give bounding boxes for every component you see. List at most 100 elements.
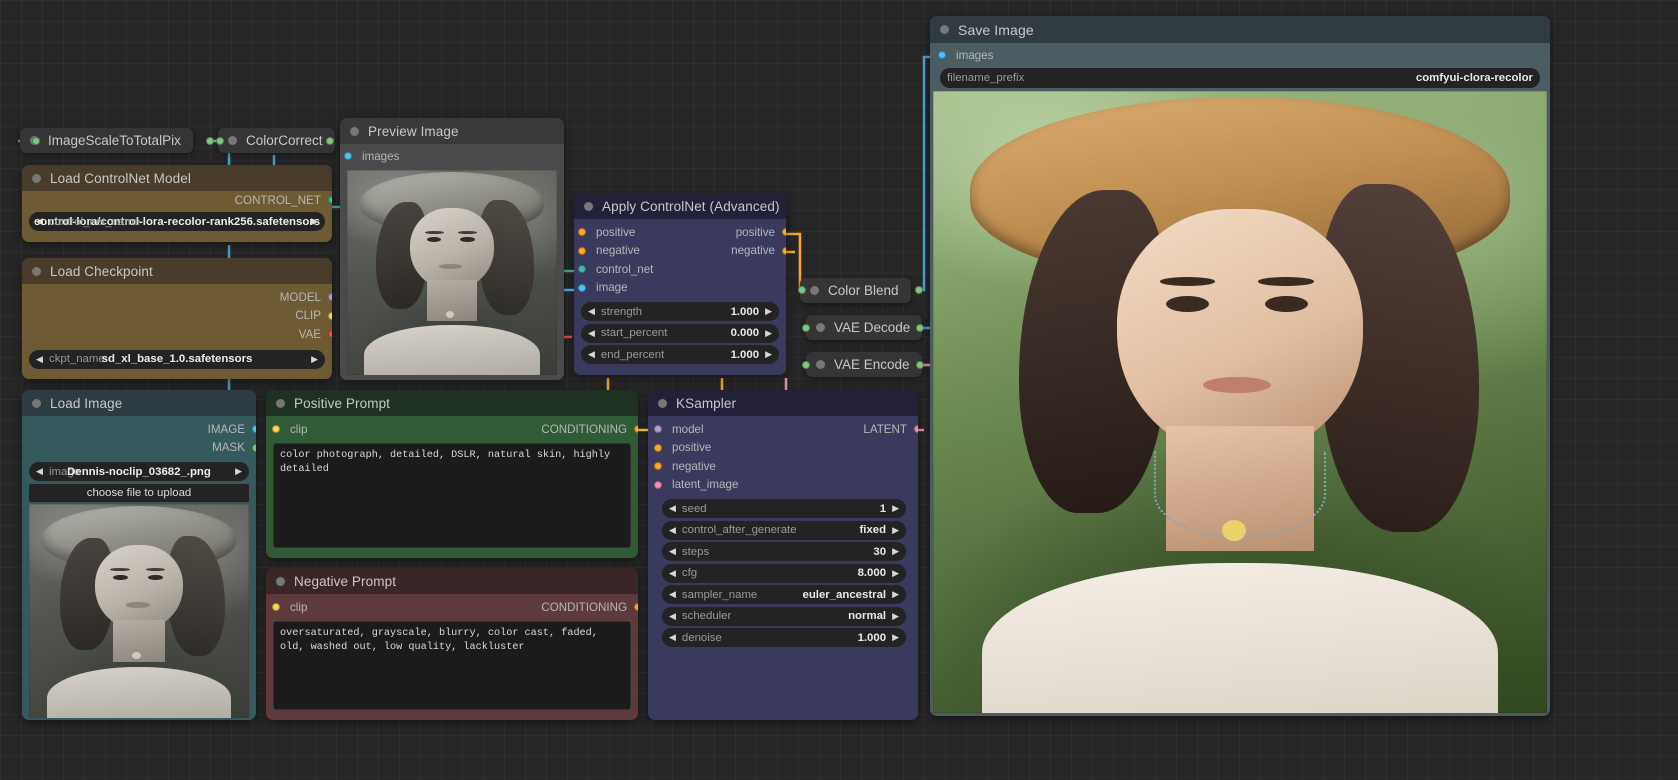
- output-slot-mask[interactable]: MASK: [22, 439, 256, 458]
- widget-scheduler[interactable]: ◀ scheduler normal ▶: [662, 607, 906, 626]
- graph-canvas[interactable]: ImageScaleToTotalPix ColorCorrect Load C…: [0, 0, 1678, 780]
- node-header[interactable]: KSampler: [648, 390, 918, 416]
- node-header[interactable]: Positive Prompt: [266, 390, 638, 416]
- node-image-scale-to-total-pixels[interactable]: ImageScaleToTotalPix: [20, 128, 193, 153]
- widget-image-name[interactable]: ◀ image Dennis-noclip_03682_.png ▶: [29, 462, 249, 481]
- node-header[interactable]: Load Checkpoint: [22, 258, 332, 284]
- node-negative-prompt[interactable]: Negative Prompt clip CONDITIONING oversa…: [266, 568, 638, 720]
- upload-file-button[interactable]: choose file to upload: [29, 484, 249, 502]
- slot-dot-vae-encode-out[interactable]: [916, 361, 924, 369]
- slot-dot-image-scale-in[interactable]: [32, 137, 40, 145]
- stepper-left-icon[interactable]: ◀: [669, 590, 676, 599]
- slot-dot[interactable]: [328, 196, 332, 204]
- slot-dot-image-scale-out[interactable]: [206, 137, 214, 145]
- stepper-left-icon[interactable]: ◀: [588, 350, 595, 359]
- output-slot-clip[interactable]: CLIP: [22, 307, 332, 326]
- slot-dot[interactable]: [578, 265, 586, 273]
- stepper-right-icon[interactable]: ▶: [765, 307, 772, 316]
- node-apply-controlnet-advanced[interactable]: Apply ControlNet (Advanced) positive pos…: [574, 193, 786, 375]
- output-slot-model[interactable]: MODEL: [22, 288, 332, 307]
- node-header[interactable]: Apply ControlNet (Advanced): [574, 193, 786, 219]
- stepper-right-icon[interactable]: ▶: [311, 355, 318, 364]
- widget-start-percent[interactable]: ◀ start_percent 0.000 ▶: [581, 324, 779, 343]
- slot-dot-color-correct-in[interactable]: [216, 137, 224, 145]
- slot-row-negative[interactable]: negative negative: [574, 242, 786, 261]
- slot-dot-vae-decode-in[interactable]: [802, 324, 810, 332]
- slot-dot-in[interactable]: [272, 425, 280, 433]
- stepper-right-icon[interactable]: ▶: [235, 467, 242, 476]
- widget-cfg[interactable]: ◀ cfg 8.000 ▶: [662, 564, 906, 583]
- node-positive-prompt[interactable]: Positive Prompt clip CONDITIONING color …: [266, 390, 638, 558]
- slot-row-model-latent[interactable]: model LATENT: [648, 420, 918, 439]
- collapse-toggle-icon[interactable]: [276, 577, 285, 586]
- slot-dot[interactable]: [328, 312, 332, 320]
- collapse-toggle-icon[interactable]: [350, 127, 359, 136]
- collapse-toggle-icon[interactable]: [276, 399, 285, 408]
- collapse-toggle-icon[interactable]: [584, 202, 593, 211]
- widget-ckpt-name[interactable]: ◀ ckpt_name sd_xl_base_1.0.safetensors ▶: [29, 350, 325, 369]
- stepper-right-icon[interactable]: ▶: [892, 633, 899, 642]
- slot-dot-color-correct-out[interactable]: [326, 137, 334, 145]
- node-load-image[interactable]: Load Image IMAGE MASK ◀ image Dennis-noc…: [22, 390, 256, 720]
- stepper-left-icon[interactable]: ◀: [669, 569, 676, 578]
- slot-dot[interactable]: [252, 444, 256, 452]
- node-preview-image[interactable]: Preview Image images: [340, 118, 564, 380]
- collapse-toggle-icon[interactable]: [816, 360, 825, 369]
- input-slot-images[interactable]: images: [340, 147, 564, 166]
- widget-strength[interactable]: ◀ strength 1.000 ▶: [581, 302, 779, 321]
- slot-dot-in[interactable]: [578, 247, 586, 255]
- collapse-toggle-icon[interactable]: [32, 267, 41, 276]
- node-ksampler[interactable]: KSampler model LATENT positive negative …: [648, 390, 918, 720]
- stepper-left-icon[interactable]: ◀: [669, 526, 676, 535]
- slot-dot-out[interactable]: [634, 603, 638, 611]
- node-header[interactable]: Save Image: [930, 16, 1550, 43]
- node-vae-decode[interactable]: VAE Decode: [806, 315, 922, 340]
- slot-dot[interactable]: [328, 330, 332, 338]
- collapse-toggle-icon[interactable]: [228, 136, 237, 145]
- node-header[interactable]: Negative Prompt: [266, 568, 638, 594]
- slot-row-clip-conditioning[interactable]: clip CONDITIONING: [266, 598, 638, 617]
- slot-dot-out[interactable]: [782, 247, 786, 255]
- slot-dot-color-blend-in[interactable]: [798, 286, 806, 294]
- input-slot-positive[interactable]: positive: [648, 439, 918, 458]
- output-slot-image[interactable]: IMAGE: [22, 420, 256, 439]
- widget-end-percent[interactable]: ◀ end_percent 1.000 ▶: [581, 345, 779, 364]
- slot-dot-in[interactable]: [654, 425, 662, 433]
- negative-prompt-textarea[interactable]: oversaturated, grayscale, blurry, color …: [273, 621, 631, 710]
- output-slot-vae[interactable]: VAE: [22, 325, 332, 344]
- node-header[interactable]: Load Image: [22, 390, 256, 416]
- slot-dot[interactable]: [654, 462, 662, 470]
- stepper-left-icon[interactable]: ◀: [669, 504, 676, 513]
- widget-control-after-generate[interactable]: ◀ control_after_generate fixed ▶: [662, 521, 906, 540]
- slot-dot-out[interactable]: [914, 425, 918, 433]
- input-slot-images[interactable]: images: [930, 46, 1550, 65]
- slot-dot[interactable]: [654, 481, 662, 489]
- slot-dot-out[interactable]: [782, 228, 786, 236]
- collapse-toggle-icon[interactable]: [32, 174, 41, 183]
- stepper-left-icon[interactable]: ◀: [669, 612, 676, 621]
- node-vae-encode[interactable]: VAE Encode: [806, 352, 922, 377]
- node-save-image[interactable]: Save Image images filename_prefix comfyu…: [930, 16, 1550, 716]
- slot-dot[interactable]: [328, 293, 332, 301]
- output-slot-control-net[interactable]: CONTROL_NET: [22, 191, 332, 210]
- stepper-right-icon[interactable]: ▶: [892, 547, 899, 556]
- stepper-left-icon[interactable]: ◀: [588, 307, 595, 316]
- widget-denoise[interactable]: ◀ denoise 1.000 ▶: [662, 628, 906, 647]
- slot-row-positive[interactable]: positive positive: [574, 223, 786, 242]
- stepper-right-icon[interactable]: ▶: [892, 590, 899, 599]
- stepper-right-icon[interactable]: ▶: [311, 217, 318, 226]
- slot-dot-in[interactable]: [272, 603, 280, 611]
- slot-dot-vae-encode-in[interactable]: [802, 361, 810, 369]
- stepper-right-icon[interactable]: ▶: [892, 612, 899, 621]
- slot-dot[interactable]: [252, 425, 256, 433]
- input-slot-image[interactable]: image: [574, 279, 786, 298]
- widget-sampler-name[interactable]: ◀ sampler_name euler_ancestral ▶: [662, 585, 906, 604]
- stepper-left-icon[interactable]: ◀: [588, 329, 595, 338]
- collapse-toggle-icon[interactable]: [658, 399, 667, 408]
- stepper-right-icon[interactable]: ▶: [892, 526, 899, 535]
- slot-dot[interactable]: [578, 284, 586, 292]
- slot-dot[interactable]: [938, 51, 946, 59]
- node-header[interactable]: Preview Image: [340, 118, 564, 144]
- input-slot-latent-image[interactable]: latent_image: [648, 476, 918, 495]
- slot-dot-color-blend-out[interactable]: [915, 286, 923, 294]
